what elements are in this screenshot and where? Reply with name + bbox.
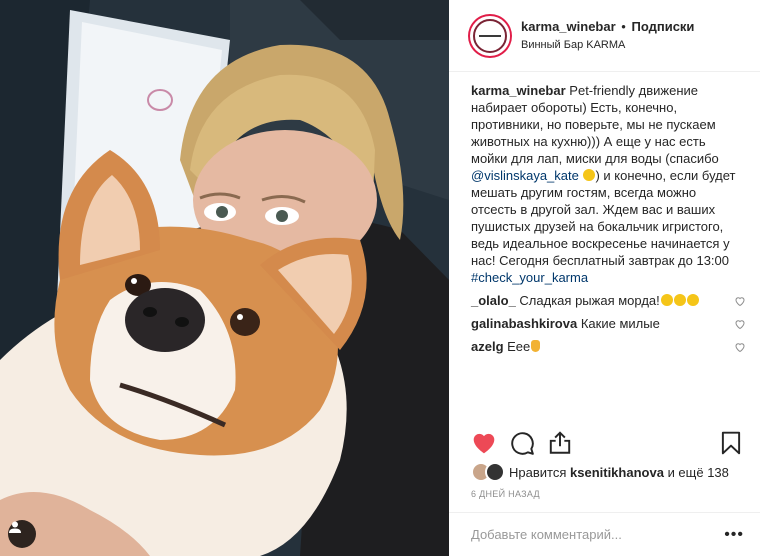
post-photo[interactable] xyxy=(0,0,449,556)
photo-illustration xyxy=(0,0,449,556)
post-username[interactable]: karma_winebar xyxy=(521,19,616,34)
caption-hashtag[interactable]: #check_your_karma xyxy=(471,270,588,285)
comment-item: _olalo_ Сладкая рыжая морда! xyxy=(471,292,746,309)
person-icon xyxy=(9,521,21,533)
comment-text: Какие милые xyxy=(580,316,660,331)
heart-filled-icon[interactable] xyxy=(471,430,497,456)
surprised-emoji-icon xyxy=(583,169,596,181)
caption-text-2: ) и конечно, если будет мешать другим го… xyxy=(471,168,736,268)
avatar xyxy=(485,462,505,482)
heart-outline-icon[interactable] xyxy=(734,341,746,353)
heart-eyes-emoji-icon xyxy=(686,294,699,306)
add-comment-bar: ••• xyxy=(449,512,760,556)
comment-text: Еее xyxy=(507,339,531,354)
comments-section: karma_winebar Pet-friendly движение наби… xyxy=(449,72,760,416)
comment-icon[interactable] xyxy=(509,430,535,456)
action-bar xyxy=(471,425,744,461)
hand-emoji-icon xyxy=(531,340,541,352)
more-options-icon[interactable]: ••• xyxy=(724,526,744,543)
header-text: karma_winebar • Подписки Винный Бар KARM… xyxy=(521,18,694,54)
heart-eyes-emoji-icon xyxy=(673,294,686,306)
comment-username[interactable]: azelg xyxy=(471,339,504,354)
comment-content: azelg Еее xyxy=(471,338,541,355)
comment-content: _olalo_ Сладкая рыжая морда! xyxy=(471,292,699,309)
share-icon[interactable] xyxy=(547,430,573,456)
comment-input[interactable] xyxy=(471,527,719,542)
caption-author[interactable]: karma_winebar xyxy=(471,83,566,98)
header-separator: • xyxy=(621,18,626,34)
avatar[interactable] xyxy=(468,13,512,58)
bookmark-icon[interactable] xyxy=(718,430,744,456)
post-caption: karma_winebar Pet-friendly движение наби… xyxy=(471,82,744,286)
post-panel: karma_winebar • Подписки Винный Бар KARM… xyxy=(449,0,760,556)
user-tag-icon[interactable] xyxy=(8,520,36,548)
comment-username[interactable]: galinabashkirova xyxy=(471,316,577,331)
heart-eyes-emoji-icon xyxy=(660,294,673,306)
heart-outline-icon[interactable] xyxy=(734,295,746,307)
likes-prefix: Нравится xyxy=(509,464,567,480)
heart-outline-icon[interactable] xyxy=(734,318,746,330)
caption-mention[interactable]: @vislinskaya_kate xyxy=(471,168,579,183)
avatar-inner xyxy=(470,15,510,56)
comment-username[interactable]: _olalo_ xyxy=(471,293,516,308)
comment-content: galinabashkirova Какие милые xyxy=(471,315,660,332)
comment-item: galinabashkirova Какие милые xyxy=(471,315,746,332)
likes-row: Нравится ksenitikhanova и ещё 138 xyxy=(471,461,744,483)
post-timestamp[interactable]: 6 дней назад xyxy=(471,489,540,499)
karma-logo-icon xyxy=(473,18,507,53)
comment-text: Сладкая рыжая морда! xyxy=(519,293,660,308)
post-header: karma_winebar • Подписки Винный Бар KARM… xyxy=(449,0,760,72)
liker-avatars xyxy=(471,462,505,482)
likes-suffix[interactable]: и ещё 138 xyxy=(668,465,729,480)
header-row: karma_winebar • Подписки xyxy=(521,18,694,35)
follow-button[interactable]: Подписки xyxy=(631,19,694,34)
comment-item: azelg Еее xyxy=(471,338,746,355)
post-location[interactable]: Винный Бар KARMA xyxy=(521,37,694,54)
likes-username[interactable]: ksenitikhanova xyxy=(570,465,664,480)
